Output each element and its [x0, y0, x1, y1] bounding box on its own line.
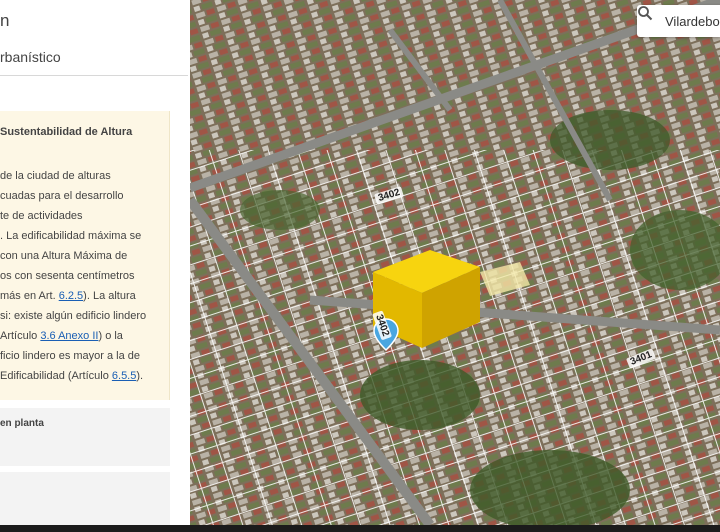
search-value: Vilardebo: [665, 14, 720, 29]
line-text-after: ) o la: [98, 330, 123, 342]
line-text: si: existe algún edificio lindero: [0, 310, 147, 322]
section-label: en planta: [0, 418, 44, 429]
line-text: . La edificabilidad máxima se: [0, 230, 142, 242]
panel-title: n: [0, 11, 10, 30]
card-text-line: Artículo 3.6 Anexo II) o la: [0, 326, 170, 346]
line-text-after: ).: [136, 370, 144, 382]
address-search-input[interactable]: Vilardebo: [637, 5, 720, 37]
section-planta[interactable]: en planta: [0, 408, 170, 466]
card-text-line: te de actividades: [0, 206, 170, 226]
line-text: ficio lindero es mayor a la de: [0, 350, 141, 362]
section-next[interactable]: [0, 472, 170, 525]
card-text-line: os con sesenta centímetros: [0, 266, 170, 286]
taskbar-strip: [0, 525, 720, 532]
card-text-line: más en Art. 6.2.5). La altura: [0, 286, 170, 306]
card-text-line: ficio lindero es mayor a la de: [0, 346, 170, 366]
line-text: más en Art.: [0, 290, 59, 302]
aerial-imagery: [190, 0, 720, 525]
line-text-after: ). La altura: [83, 290, 136, 302]
article-link[interactable]: 6.2.5: [59, 290, 83, 302]
card-heading: Sustentabilidad de Altura: [0, 126, 133, 138]
card-text-line: con una Altura Máxima de: [0, 246, 170, 266]
line-text: con una Altura Máxima de: [0, 250, 128, 262]
info-card: Sustentabilidad de Altura de la ciudad d…: [0, 111, 170, 400]
article-link[interactable]: 3.6 Anexo II: [40, 330, 98, 342]
card-body: de la ciudad de alturas cuadas para el de…: [0, 166, 170, 386]
card-text-line: . La edificabilidad máxima se: [0, 226, 170, 246]
map-view[interactable]: 3402 3401 3402 Vilardebo: [190, 0, 720, 525]
line-text: de la ciudad de alturas: [0, 170, 111, 182]
card-text-line: si: existe algún edificio lindero: [0, 306, 170, 326]
card-text-line: cuadas para el desarrollo: [0, 186, 170, 206]
card-text-line: de la ciudad de alturas: [0, 166, 170, 186]
line-text: te de actividades: [0, 210, 83, 222]
line-text: os con sesenta centímetros: [0, 270, 135, 282]
article-link[interactable]: 6.5.5: [112, 370, 136, 382]
line-text: Artículo: [0, 330, 41, 342]
panel-subtitle: rbanístico: [0, 49, 61, 65]
card-text-line: Edificabilidad (Artículo 6.5.5).: [0, 366, 170, 386]
line-text: cuadas para el desarrollo: [0, 190, 124, 202]
panel-divider: [0, 75, 188, 76]
line-text: Edificabilidad (Artículo: [0, 370, 112, 382]
search-icon[interactable]: [637, 5, 653, 21]
side-panel: n rbanístico Sustentabilidad de Altura d…: [0, 0, 190, 525]
